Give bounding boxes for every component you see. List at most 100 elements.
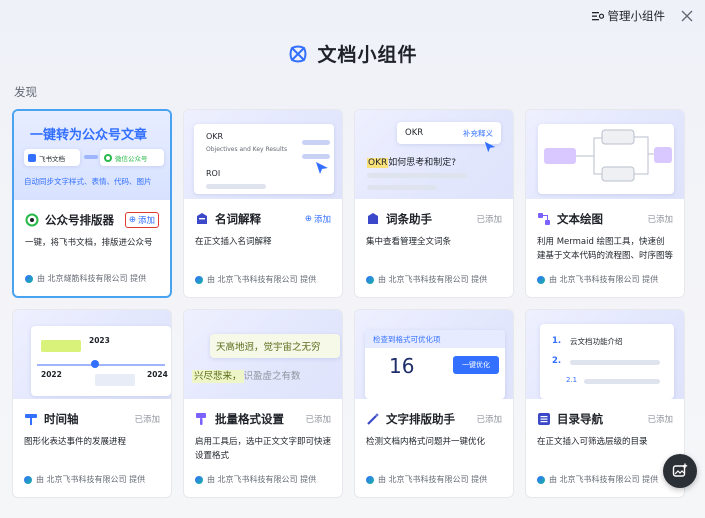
preview-line <box>584 379 660 384</box>
widget-logo-icon <box>289 45 307 62</box>
widget-description: 图形化表达事件的发展进程 <box>24 437 127 447</box>
preview-from-label: 飞书文档 <box>39 154 65 163</box>
preview-panel: 2023 2022 2024 <box>31 326 171 396</box>
preview-toc-1-title: 云文档功能介绍 <box>570 337 623 346</box>
preview-question-text: 如何思考和制定? <box>388 158 457 168</box>
add-label: 添加 <box>313 215 331 225</box>
widget-card-text-diagram[interactable]: 文本绘图 已添加 利用 Mermaid 绘图工具，快速创建基于文本代码的流程图、… <box>525 109 685 298</box>
timeline-event-block <box>41 340 81 352</box>
widget-grid: 一键转为公众号文章 飞书文档 微信公众号 自动同步文字样式、表情、代码、图片 公… <box>12 109 685 498</box>
widget-card-timeline[interactable]: 2023 2022 2024 时间轴 已添加 图形化表达事件的发展进程 由 北京… <box>12 309 172 498</box>
add-label: 添加 <box>137 216 155 226</box>
widget-name: 文本绘图 <box>557 212 603 226</box>
widget-name: 词条助手 <box>386 212 432 226</box>
widget-description: 在正文插入名词解释 <box>195 237 272 247</box>
provider-label: 由 北京飞书科技有限公司 提供 <box>549 275 659 284</box>
widget-name: 文字排版助手 <box>386 412 455 426</box>
widget-name: 名词解释 <box>215 212 261 226</box>
preview-okr-title: OKR <box>206 132 224 141</box>
preview-line <box>367 185 437 190</box>
timeline-event-block <box>95 374 135 386</box>
provider-logo-icon <box>366 475 374 484</box>
close-icon[interactable] <box>679 8 695 24</box>
preview-optimize-label: 一键优化 <box>462 361 490 369</box>
preview-highlight-line: 天高地迥，觉宇宙之无穷 <box>210 334 340 358</box>
wechat-icon <box>104 153 112 162</box>
preview-question: OKR如何思考和制定? <box>367 155 456 168</box>
preview-poem-line2a: 兴尽悲来， <box>192 370 244 383</box>
term-assistant-icon <box>368 213 378 224</box>
widget-card-glossary[interactable]: OKR Objectives and Key Results ROI 名词解释 <box>183 109 343 298</box>
preview-to-chip: 微信公众号 <box>100 149 164 166</box>
added-badge: 已添加 <box>647 415 673 425</box>
preview-line <box>570 360 660 365</box>
widget-name: 时间轴 <box>44 412 79 426</box>
widget-description: 启用工具后，选中正文文字即可快速设置格式 <box>195 437 331 461</box>
page-title: 文档小组件 <box>317 44 418 66</box>
provider-logo-icon <box>195 275 203 284</box>
add-button[interactable]: ⊕ 添加 <box>305 213 331 225</box>
magic-wand-icon <box>367 413 379 425</box>
preview-question-tag: OKR <box>367 158 389 168</box>
provider-label: 由 北京飞书科技有限公司 提供 <box>378 275 488 284</box>
glossary-icon <box>197 213 207 224</box>
widget-card-typesetting[interactable]: 检查到格式可优化项 16 一键优化 文字排版助手 已添加 检测文档内格式问题并一… <box>354 309 514 498</box>
manage-widgets-button[interactable]: 管理小组件 <box>591 8 666 24</box>
preview-line <box>302 140 330 145</box>
widget-provider: 由 北京飞书科技有限公司 提供 <box>195 274 316 285</box>
timeline-icon <box>25 414 37 425</box>
widget-description: 集中查看管理全文词条 <box>366 237 452 247</box>
diagram-icon <box>538 213 550 225</box>
provider-logo-icon <box>25 274 33 283</box>
provider-logo-icon <box>366 275 374 284</box>
provider-label: 由 北京飞书科技有限公司 提供 <box>36 475 146 484</box>
timeline-axis <box>37 364 165 366</box>
preview-panel: 检查到格式可优化项 16 一键优化 <box>365 330 505 399</box>
flowchart-icon <box>544 129 672 182</box>
preview-caption: 自动同步文字样式、表情、代码、图片 <box>24 177 152 186</box>
provider-label: 由 北京飞书科技有限公司 提供 <box>549 475 659 484</box>
preview-toc-1: 1. <box>552 336 562 346</box>
floating-image-button[interactable] <box>663 454 697 488</box>
preview-check-header: 检查到格式可优化项 <box>365 330 505 348</box>
cursor-icon <box>484 141 496 153</box>
preview-line <box>206 184 266 189</box>
preview-okr-chip: OKR <box>405 128 424 138</box>
preview-panel: 1. 云文档功能介绍 2. 2.1 <box>540 324 674 399</box>
preview-explain: 补充释义 <box>463 128 493 138</box>
preview-line <box>302 154 330 159</box>
card-preview: 一键转为公众号文章 飞书文档 微信公众号 自动同步文字样式、表情、代码、图片 <box>14 111 170 200</box>
widget-provider: 由 北京飞书科技有限公司 提供 <box>366 274 487 285</box>
add-button[interactable]: ⊕ 添加 <box>124 212 159 228</box>
card-preview: 天高地迥，觉宇宙之无穷 兴尽悲来， 识盈虚之有数 <box>184 310 342 399</box>
card-preview: OKR 补充释义 OKR如何思考和制定? <box>355 110 513 199</box>
widget-card-toc[interactable]: 1. 云文档功能介绍 2. 2.1 目录导航 已添加 在正文插入可筛选层级的目录… <box>525 309 685 498</box>
plus-circle-icon: ⊕ <box>128 215 136 225</box>
manage-list-icon <box>591 12 604 21</box>
widget-provider: 由 北京飞书科技有限公司 提供 <box>537 474 658 485</box>
preview-year-2022: 2022 <box>41 370 62 379</box>
title-row: 文档小组件 <box>0 40 705 67</box>
provider-label: 由 北京燧筋科技有限公司 提供 <box>37 274 147 283</box>
widget-card-wechat-formatter[interactable]: 一键转为公众号文章 飞书文档 微信公众号 自动同步文字样式、表情、代码、图片 公… <box>12 109 172 298</box>
preview-panel: OKR Objectives and Key Results ROI <box>194 124 334 194</box>
card-preview: 2023 2022 2024 <box>13 310 171 399</box>
provider-logo-icon <box>24 475 32 484</box>
widget-card-term-assistant[interactable]: OKR 补充释义 OKR如何思考和制定? 词条助手 已添加 集中查看管理全文词条… <box>354 109 514 298</box>
preview-toc-2: 2. <box>552 356 562 366</box>
provider-label: 由 北京飞书科技有限公司 提供 <box>207 275 317 284</box>
arrow-icon <box>84 155 98 159</box>
top-actions: 管理小组件 <box>591 8 696 24</box>
image-add-icon <box>672 463 688 477</box>
cursor-icon <box>316 162 328 174</box>
widget-description: 在正文插入可筛选层级的目录 <box>537 437 648 447</box>
added-badge: 已添加 <box>647 215 673 225</box>
preview-poem-line2: 兴尽悲来， 识盈虚之有数 <box>192 368 301 383</box>
widget-provider: 由 北京飞书科技有限公司 提供 <box>366 474 487 485</box>
widget-name: 公众号排版器 <box>45 213 114 227</box>
widget-description: 检测文档内格式问题并一键优化 <box>366 437 486 447</box>
manage-widgets-label: 管理小组件 <box>607 9 666 23</box>
widget-card-batch-format[interactable]: 天高地迥，觉宇宙之无穷 兴尽悲来， 识盈虚之有数 批量格式设置 已添加 启用工具后… <box>183 309 343 498</box>
preview-year-2024: 2024 <box>147 370 168 379</box>
widget-name: 批量格式设置 <box>215 412 284 426</box>
